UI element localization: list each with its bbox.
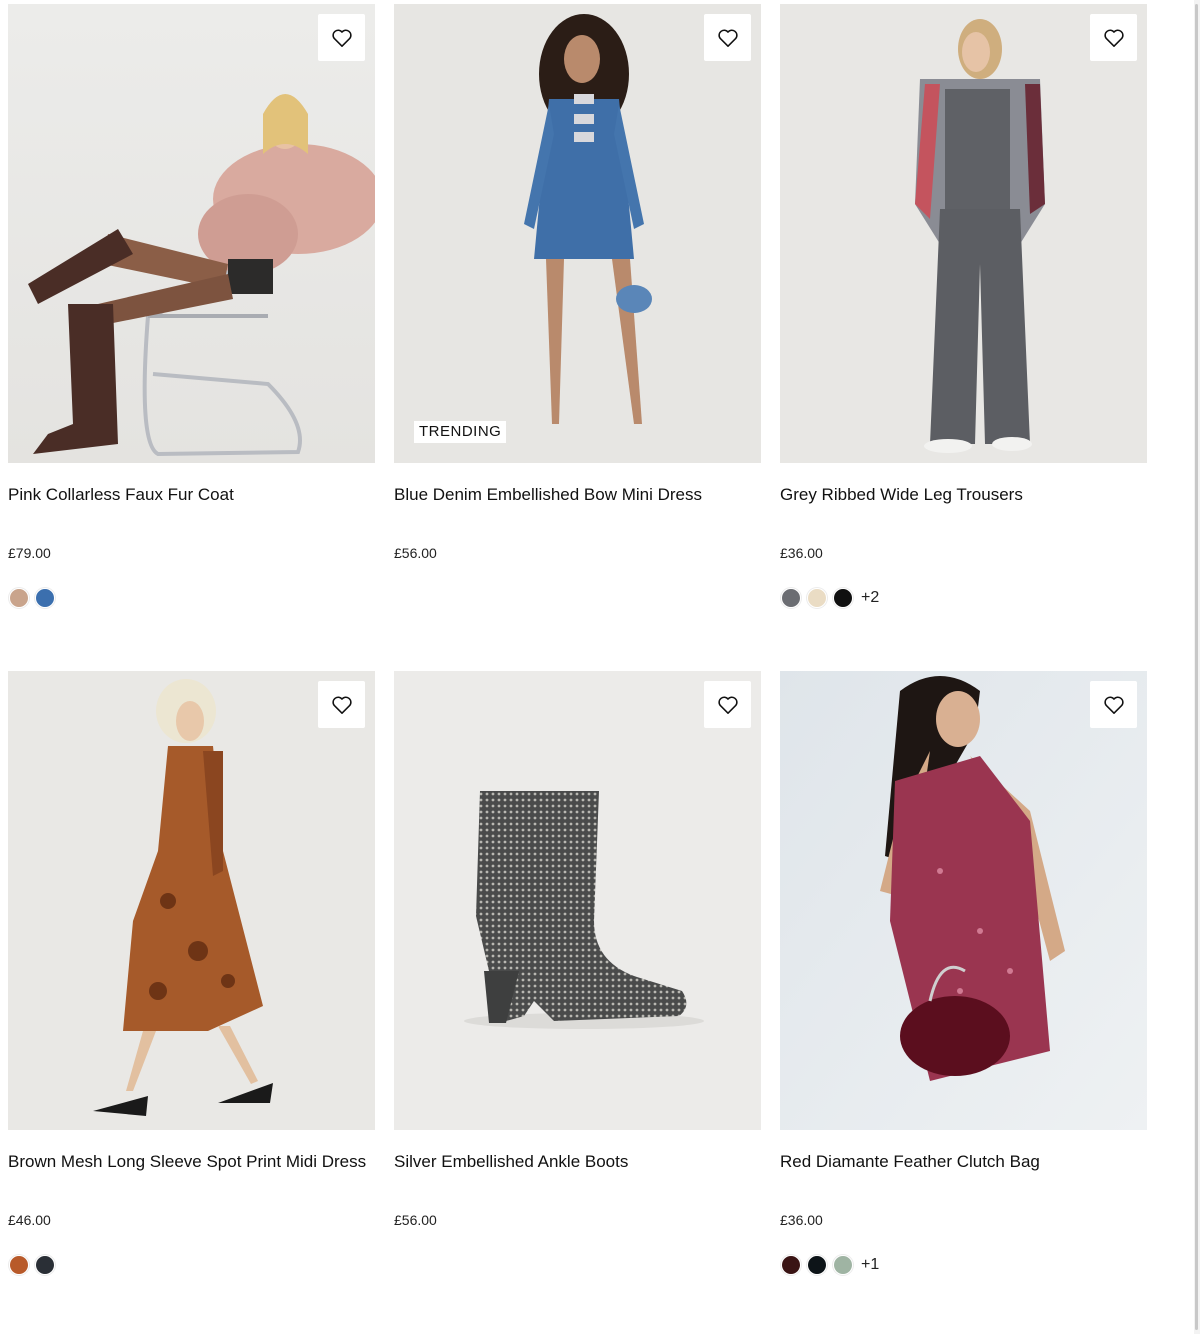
more-colors-count[interactable]: +2: [861, 589, 879, 607]
product-title[interactable]: Blue Denim Embellished Bow Mini Dress: [394, 485, 702, 505]
color-swatches: +2: [781, 588, 879, 608]
color-swatches: [9, 1255, 55, 1275]
model-photo: [394, 4, 761, 463]
product-image[interactable]: [780, 671, 1147, 1130]
product-card: Grey Ribbed Wide Leg Trousers £36.00 +2: [780, 4, 1147, 671]
trending-badge: TRENDING: [414, 421, 507, 443]
model-photo: [8, 4, 375, 463]
product-image[interactable]: [8, 671, 375, 1130]
more-colors-count[interactable]: +1: [861, 1256, 879, 1274]
product-price: £36.00: [780, 1212, 823, 1228]
wishlist-button[interactable]: [318, 681, 365, 728]
product-title[interactable]: Brown Mesh Long Sleeve Spot Print Midi D…: [8, 1152, 366, 1172]
color-swatch[interactable]: [833, 1255, 853, 1275]
wishlist-button[interactable]: [318, 14, 365, 61]
product-grid: Pink Collarless Faux Fur Coat £79.00 TRE…: [8, 4, 1148, 1338]
page-scrollbar[interactable]: [1194, 0, 1200, 1334]
heart-outline-icon: [1103, 29, 1124, 47]
product-card: Silver Embellished Ankle Boots £56.00: [394, 671, 761, 1338]
heart-outline-icon: [331, 696, 352, 714]
product-card: Red Diamante Feather Clutch Bag £36.00 +…: [780, 671, 1147, 1338]
color-swatch[interactable]: [807, 588, 827, 608]
heart-outline-icon: [331, 29, 352, 47]
color-swatch[interactable]: [9, 1255, 29, 1275]
scrollbar-thumb[interactable]: [1195, 4, 1198, 1330]
wishlist-button[interactable]: [1090, 681, 1137, 728]
product-card: Brown Mesh Long Sleeve Spot Print Midi D…: [8, 671, 375, 1338]
product-price: £46.00: [8, 1212, 51, 1228]
product-price: £79.00: [8, 545, 51, 561]
color-swatches: [9, 588, 55, 608]
product-photo: [394, 671, 761, 1130]
model-photo: [780, 671, 1147, 1130]
heart-outline-icon: [717, 29, 738, 47]
product-image[interactable]: TRENDING: [394, 4, 761, 463]
product-price: £56.00: [394, 545, 437, 561]
product-price: £56.00: [394, 1212, 437, 1228]
color-swatch[interactable]: [35, 588, 55, 608]
wishlist-button[interactable]: [704, 14, 751, 61]
color-swatch[interactable]: [781, 1255, 801, 1275]
product-title[interactable]: Silver Embellished Ankle Boots: [394, 1152, 628, 1172]
color-swatch[interactable]: [35, 1255, 55, 1275]
wishlist-button[interactable]: [1090, 14, 1137, 61]
product-title[interactable]: Grey Ribbed Wide Leg Trousers: [780, 485, 1023, 505]
color-swatch[interactable]: [781, 588, 801, 608]
product-title[interactable]: Pink Collarless Faux Fur Coat: [8, 485, 234, 505]
color-swatch[interactable]: [807, 1255, 827, 1275]
product-image[interactable]: [8, 4, 375, 463]
heart-outline-icon: [1103, 696, 1124, 714]
product-price: £36.00: [780, 545, 823, 561]
color-swatch[interactable]: [833, 588, 853, 608]
product-image[interactable]: [780, 4, 1147, 463]
color-swatch[interactable]: [9, 588, 29, 608]
model-photo: [780, 4, 1147, 463]
product-card: Pink Collarless Faux Fur Coat £79.00: [8, 4, 375, 671]
color-swatches: +1: [781, 1255, 879, 1275]
product-image[interactable]: [394, 671, 761, 1130]
wishlist-button[interactable]: [704, 681, 751, 728]
model-photo: [8, 671, 375, 1130]
heart-outline-icon: [717, 696, 738, 714]
product-card: TRENDING Blue Denim Embellished Bow Mini…: [394, 4, 761, 671]
product-title[interactable]: Red Diamante Feather Clutch Bag: [780, 1152, 1040, 1172]
